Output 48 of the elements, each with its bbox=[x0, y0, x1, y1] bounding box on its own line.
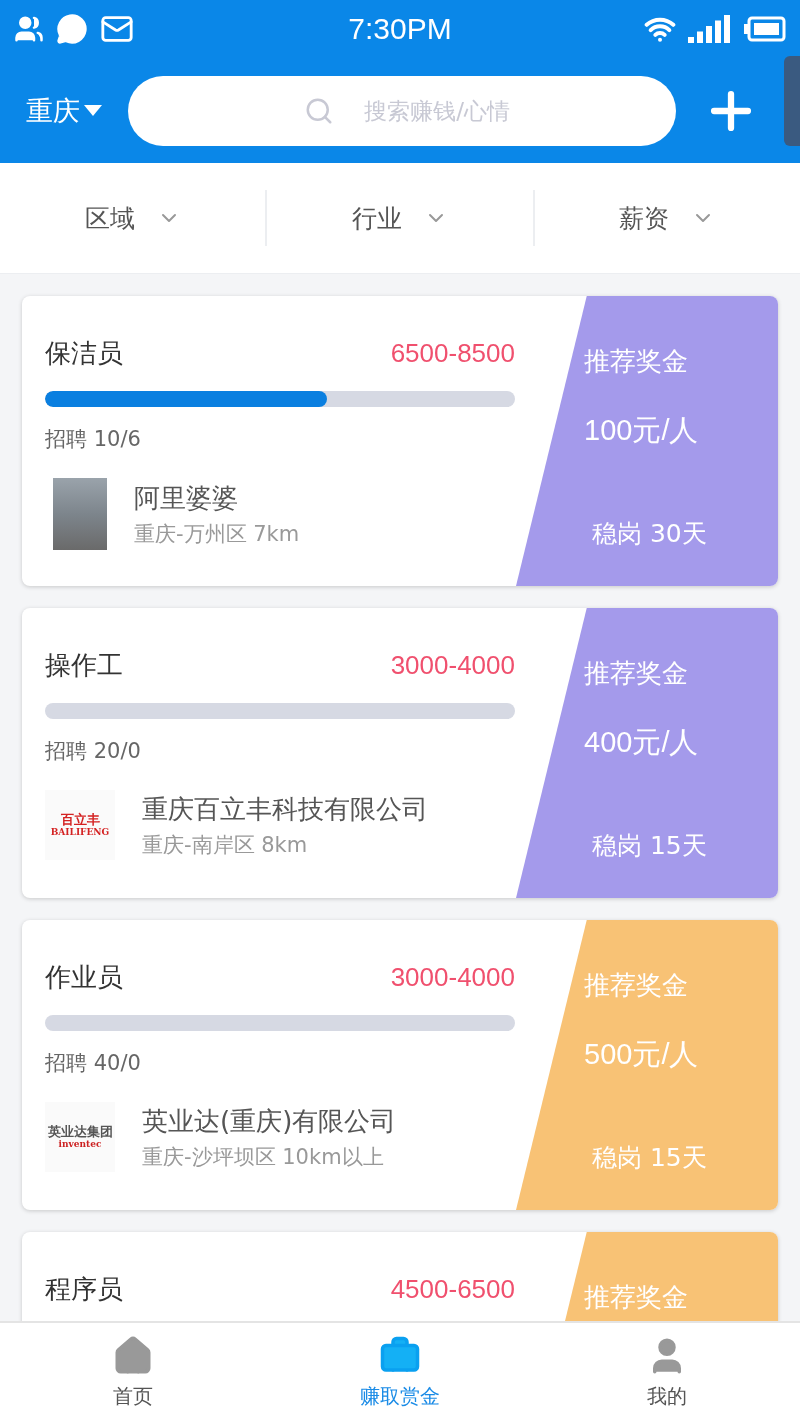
job-title: 作业员 bbox=[45, 961, 123, 994]
hiring-count: 招聘 10/6 bbox=[45, 426, 142, 453]
retention-term: 稳岗 15天 bbox=[592, 1142, 708, 1174]
company-name: 英业达(重庆)有限公司 bbox=[142, 1104, 397, 1138]
bonus-label: 推荐奖金 bbox=[584, 657, 689, 690]
logo-text: 英业达集团 bbox=[47, 1123, 113, 1140]
retention-term: 稳岗 15天 bbox=[592, 830, 708, 862]
job-card[interactable]: 程序员 4500-6500 推荐奖金 bbox=[22, 1232, 778, 1321]
signal-icon bbox=[688, 15, 732, 43]
filter-dropdown[interactable]: 区域 bbox=[0, 190, 266, 246]
salary-range: 3000-4000 bbox=[390, 962, 515, 993]
logo-text: 百立丰 bbox=[60, 811, 100, 828]
tab-item[interactable]: 赚取赏金 bbox=[266, 1323, 534, 1422]
bonus-amount: 100元/人 bbox=[584, 413, 700, 448]
chat-bubble-icon bbox=[56, 13, 88, 45]
job-title: 程序员 bbox=[45, 1273, 123, 1306]
salary-range: 4500-6500 bbox=[390, 1274, 515, 1305]
company-location: 重庆-沙坪坝区 10km以上 bbox=[142, 1143, 385, 1171]
job-card[interactable]: 操作工 3000-4000 招聘 20/0 百立丰 BAILIFENG 重庆百立丰科技有限公司 重庆-南岸区 8km 推荐奖金 400元/人 稳岗 15天 bbox=[22, 608, 778, 898]
hiring-count: 招聘 20/0 bbox=[45, 738, 142, 765]
bonus-label: 推荐奖金 bbox=[584, 1281, 689, 1314]
logo-text: inventec bbox=[58, 1139, 102, 1151]
job-card[interactable]: 作业员 3000-4000 招聘 40/0 英业达集团 inventec 英业达(重庆)有限公司 重庆-沙坪坝区 10km以上 推荐奖金 500元/人 稳岗 15天 bbox=[22, 920, 778, 1210]
company-location: 重庆-南岸区 8km bbox=[142, 831, 309, 859]
filter-dropdown[interactable]: 薪资 bbox=[532, 190, 800, 246]
bonus-label: 推荐奖金 bbox=[584, 345, 689, 378]
bonus-amount: 400元/人 bbox=[584, 725, 700, 760]
tab-item[interactable]: 首页 bbox=[0, 1323, 267, 1422]
battery-icon bbox=[744, 16, 786, 42]
job-card[interactable]: 保洁员 6500-8500 招聘 10/6 阿里婆婆 重庆-万州区 7km 推荐奖金 100元/人 稳岗 30天 bbox=[22, 296, 778, 586]
job-title: 保洁员 bbox=[45, 337, 123, 370]
salary-range: 3000-4000 bbox=[390, 650, 515, 681]
company-location: 重庆-万州区 7km bbox=[134, 520, 300, 548]
bonus-amount: 500元/人 bbox=[584, 1037, 700, 1072]
company-name: 阿里婆婆 bbox=[134, 481, 239, 515]
tab-item[interactable]: 我的 bbox=[533, 1323, 800, 1422]
city-selector[interactable]: 重庆 bbox=[26, 92, 102, 129]
photo-placeholder bbox=[53, 478, 107, 550]
filter-dropdown[interactable]: 行业 bbox=[265, 190, 533, 246]
retention-term: 稳岗 30天 bbox=[592, 518, 708, 550]
bonus-label: 推荐奖金 bbox=[584, 969, 689, 1002]
company-name: 重庆百立丰科技有限公司 bbox=[142, 792, 428, 826]
salary-range: 6500-8500 bbox=[390, 338, 515, 369]
logo-text: BAILIFENG bbox=[50, 827, 110, 839]
contacts-icon bbox=[14, 14, 44, 44]
hiring-count: 招聘 40/0 bbox=[45, 1050, 142, 1077]
status-time: 7:30PM bbox=[348, 12, 452, 46]
job-title: 操作工 bbox=[45, 649, 123, 682]
